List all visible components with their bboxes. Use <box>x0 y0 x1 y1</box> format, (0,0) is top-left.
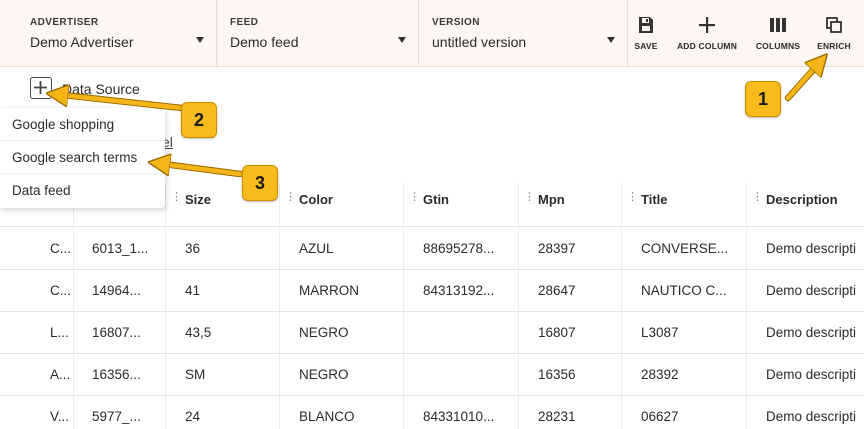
callout-badge-1: 1 <box>745 81 781 117</box>
arrow-3-fill <box>159 164 243 177</box>
callout-badge-3: 3 <box>242 165 278 201</box>
callout-badge-2: 2 <box>181 102 217 138</box>
arrow-1-fill <box>785 62 820 101</box>
arrow-2-fill <box>57 95 185 111</box>
annotation-arrows <box>0 0 864 178</box>
